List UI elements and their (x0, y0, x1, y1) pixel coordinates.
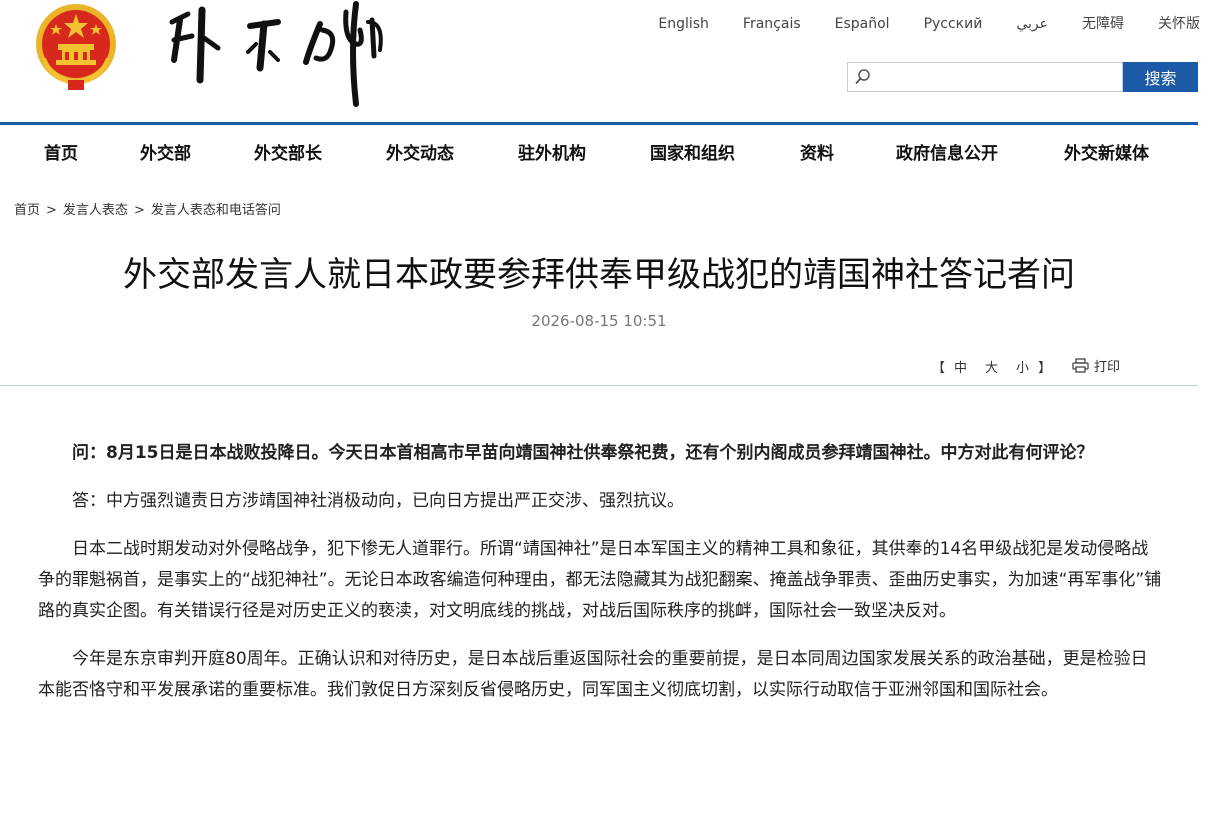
breadcrumb: 首页 > 发言人表态 > 发言人表态和电话答问 (14, 199, 281, 218)
lang-english-link[interactable]: English (641, 14, 726, 34)
font-size-large-button[interactable]: 中 (954, 357, 967, 376)
question-paragraph: 问：8月15日是日本战败投降日。今天日本首相高市早苗向靖国神社供奉祭祀费，还有个… (72, 443, 1094, 463)
search-icon (855, 69, 870, 84)
site-header: English Français Español Русский عربي 无障… (0, 0, 1222, 122)
breadcrumb-spokesperson-qa[interactable]: 发言人表态和电话答问 (151, 203, 281, 218)
nav-item-resources[interactable]: 资料 (800, 139, 834, 164)
breadcrumb-separator: > (46, 203, 57, 218)
font-size-small-button[interactable]: 小 (1016, 357, 1029, 376)
nav-item-minister[interactable]: 外交部长 (254, 139, 322, 164)
lang-russian-link[interactable]: Русский (907, 14, 1000, 34)
nav-item-ministry[interactable]: 外交部 (140, 139, 191, 164)
main-nav: 首页 外交部 外交部长 外交动态 驻外机构 国家和组织 资料 政府信息公开 外交… (0, 125, 1222, 177)
breadcrumb-separator: > (133, 203, 145, 218)
article-date: 2026-08-15 10:51 (531, 312, 667, 330)
nav-item-activities[interactable]: 外交动态 (386, 139, 454, 164)
lang-french-link[interactable]: Français (726, 14, 818, 34)
care-mode-link[interactable]: 关怀版 (1141, 14, 1200, 34)
language-bar: English Français Español Русский عربي 无障… (641, 14, 1200, 34)
nav-item-home[interactable]: 首页 (44, 139, 78, 164)
search-box (847, 62, 1123, 92)
lang-spanish-link[interactable]: Español (818, 14, 907, 34)
breadcrumb-spokesperson[interactable]: 发言人表态 (63, 203, 128, 218)
body-paragraph: 今年是东京审判开庭80周年。正确认识和对待历史，是日本战后重返国际社会的重要前提… (38, 649, 1148, 700)
article-body: 问：8月15日是日本战败投降日。今天日本首相高市早苗向靖国神社供奉祭祀费，还有个… (38, 438, 1164, 723)
answer-paragraph: 答：中方强烈谴责日方涉靖国神社消极动向，已向日方提出严正交涉、强烈抗议。 (72, 491, 684, 511)
nav-item-new-media[interactable]: 外交新媒体 (1064, 139, 1149, 164)
nav-item-gov-info[interactable]: 政府信息公开 (896, 139, 998, 164)
print-button[interactable]: 打印 (1072, 356, 1120, 375)
nav-item-countries[interactable]: 国家和组织 (650, 139, 735, 164)
printer-icon (1072, 358, 1089, 373)
article-title: 外交部发言人就日本政要参拜供奉甲级战犯的靖国神社答记者问 (123, 255, 1075, 295)
font-size-medium-button[interactable]: 大 (985, 357, 998, 376)
font-size-open-bracket: 【 (932, 361, 946, 376)
ministry-calligraphy-logo[interactable] (160, 0, 390, 110)
body-paragraph: 日本二战时期发动对外侵略战争，犯下惨无人道罪行。所谓“靖国神社”是日本军国主义的… (38, 539, 1162, 621)
national-emblem-logo[interactable] (28, 0, 124, 92)
lang-arabic-link[interactable]: عربي (999, 14, 1065, 34)
accessibility-link[interactable]: 无障碍 (1065, 14, 1141, 34)
font-size-close-bracket: 】 (1038, 361, 1052, 376)
breadcrumb-home[interactable]: 首页 (14, 203, 40, 218)
font-size-controls: 【 中 大 小 】 (932, 357, 1051, 376)
search-input[interactable] (876, 66, 1116, 88)
article-divider (0, 385, 1198, 386)
search-button[interactable]: 搜索 (1123, 62, 1198, 92)
nav-item-missions[interactable]: 驻外机构 (518, 139, 586, 164)
print-label: 打印 (1094, 360, 1121, 375)
